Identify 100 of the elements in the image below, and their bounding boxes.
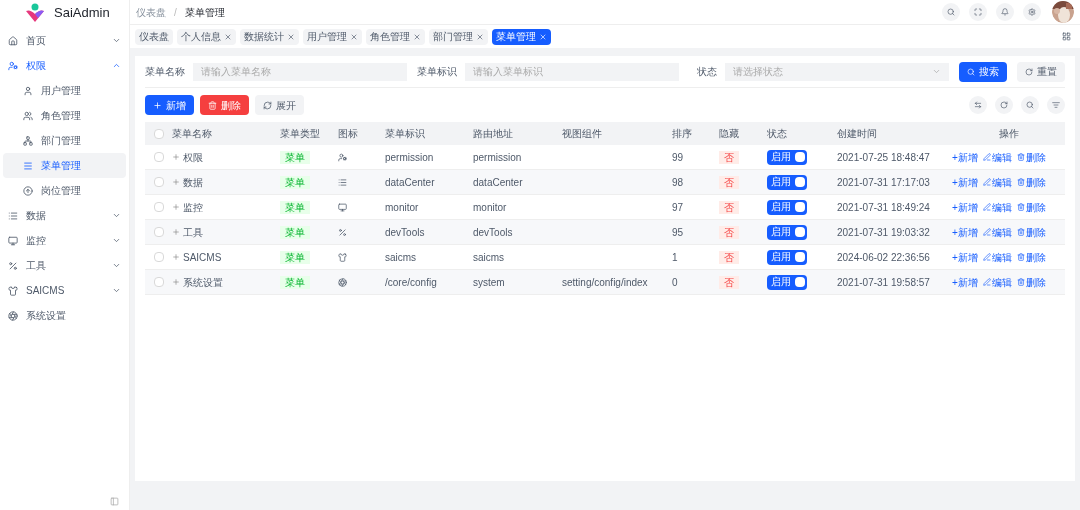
sidebar-subitem[interactable]: 角色管理 xyxy=(3,103,126,128)
close-icon[interactable] xyxy=(413,32,421,41)
status-switch[interactable]: 启用 xyxy=(767,199,807,215)
checkbox[interactable] xyxy=(153,277,164,287)
add-link[interactable]: +新增 xyxy=(952,274,978,290)
breadcrumb-item[interactable]: 仪表盘 xyxy=(136,4,166,20)
trash-icon xyxy=(1016,178,1025,186)
sidebar-subitem[interactable]: 用户管理 xyxy=(3,78,126,103)
page-tab[interactable]: 仪表盘 xyxy=(135,28,173,45)
refresh-button[interactable] xyxy=(995,96,1013,114)
status-switch[interactable]: 启用 xyxy=(767,149,807,165)
delete-button[interactable]: 删除 xyxy=(200,95,249,115)
sidebar-item[interactable]: 权限 xyxy=(0,53,129,78)
edit-link[interactable]: 编辑 xyxy=(982,274,1012,290)
checkbox[interactable] xyxy=(153,202,164,212)
action-button[interactable]: 新增 xyxy=(145,95,194,115)
delete-link[interactable]: 删除 xyxy=(1016,174,1046,190)
close-icon[interactable] xyxy=(476,32,484,41)
sidebar-item[interactable]: 数据 xyxy=(0,203,129,228)
checkbox[interactable] xyxy=(153,177,164,187)
status-switch[interactable]: 启用 xyxy=(767,249,807,265)
delete-link[interactable]: 删除 xyxy=(1016,224,1046,240)
close-icon[interactable] xyxy=(224,32,232,41)
table-cell-text: 权限 xyxy=(183,150,203,165)
search-button[interactable] xyxy=(1021,96,1039,114)
hidden-tag: 否 xyxy=(719,225,739,239)
close-icon[interactable] xyxy=(539,32,547,41)
house-icon xyxy=(8,35,18,46)
edit-link[interactable]: 编辑 xyxy=(982,249,1012,265)
expand-icon[interactable] xyxy=(172,253,180,261)
fullscreen-button[interactable] xyxy=(969,3,987,21)
search-button[interactable] xyxy=(942,3,960,21)
sidebar-subitem[interactable]: 菜单管理 xyxy=(3,153,126,178)
filter-button[interactable] xyxy=(1047,96,1065,114)
hidden-tag: 否 xyxy=(719,275,739,289)
sidebar-item[interactable]: 监控 xyxy=(0,228,129,253)
edit-link[interactable]: 编辑 xyxy=(982,199,1012,215)
table-cell: 2021-07-25 18:48:47 xyxy=(837,151,930,163)
page-tab[interactable]: 菜单管理 xyxy=(492,28,551,45)
search-icon xyxy=(947,8,955,16)
checkbox[interactable] xyxy=(153,128,164,139)
sidebar-item[interactable]: SAICMS xyxy=(0,278,129,303)
delete-link[interactable]: 删除 xyxy=(1016,274,1046,290)
action-button[interactable]: 重置 xyxy=(1017,61,1065,82)
edit-link[interactable]: 编辑 xyxy=(982,149,1012,165)
search-field[interactable]: 请输入菜单标识 xyxy=(465,62,679,81)
grid-icon[interactable] xyxy=(1062,32,1071,41)
expand-icon[interactable] xyxy=(172,228,180,236)
collapse-icon[interactable] xyxy=(110,497,119,506)
table-cell: 2021-07-31 19:58:57 xyxy=(837,276,930,288)
add-link[interactable]: +新增 xyxy=(952,174,978,190)
search-field[interactable]: 请输入菜单名称 xyxy=(193,62,407,81)
close-icon[interactable] xyxy=(287,32,295,41)
chevron-down-icon xyxy=(932,67,941,76)
delete-link[interactable]: 删除 xyxy=(1016,249,1046,265)
table-cell: monitor xyxy=(385,201,419,213)
status-switch[interactable]: 启用 xyxy=(767,224,807,240)
add-link[interactable]: +新增 xyxy=(952,224,978,240)
settings-button[interactable] xyxy=(1023,3,1041,21)
expand-icon[interactable] xyxy=(172,203,180,211)
checkbox[interactable] xyxy=(153,252,164,262)
expand-icon[interactable] xyxy=(172,178,180,186)
breadcrumb-separator: / xyxy=(174,5,177,20)
checkbox[interactable] xyxy=(153,227,164,237)
close-icon[interactable] xyxy=(350,32,358,41)
percent-icon xyxy=(338,227,347,237)
edit-link[interactable]: 编辑 xyxy=(982,174,1012,190)
status-switch[interactable]: 启用 xyxy=(767,274,807,290)
menu-type-tag: 菜单 xyxy=(280,275,310,289)
search-icon xyxy=(967,67,975,76)
checkbox[interactable] xyxy=(153,152,164,162)
page-tab[interactable]: 个人信息 xyxy=(177,28,236,45)
action-button[interactable]: 展开 xyxy=(255,95,304,115)
sidebar-item[interactable]: 首页 xyxy=(0,28,129,53)
hidden-tag: 否 xyxy=(719,250,739,264)
sidebar-item[interactable]: 工具 xyxy=(0,253,129,278)
reset-icon xyxy=(1025,67,1033,76)
sidebar-item[interactable]: 系统设置 xyxy=(0,303,129,328)
sidebar-subitem[interactable]: 岗位管理 xyxy=(3,178,126,203)
add-link[interactable]: +新增 xyxy=(952,149,978,165)
page-tab[interactable]: 部门管理 xyxy=(429,28,488,45)
table-cell: permission xyxy=(473,151,522,163)
search-icon xyxy=(1026,101,1034,109)
expand-icon[interactable] xyxy=(172,278,180,286)
column-header: 菜单名称 xyxy=(172,128,212,139)
edit-link[interactable]: 编辑 xyxy=(982,224,1012,240)
expand-icon[interactable] xyxy=(172,153,180,161)
sidebar-subitem[interactable]: 部门管理 xyxy=(3,128,126,153)
delete-link[interactable]: 删除 xyxy=(1016,199,1046,215)
table-cell-text: 系统设置 xyxy=(183,275,223,290)
action-button[interactable]: 搜索 xyxy=(959,61,1007,82)
add-link[interactable]: +新增 xyxy=(952,249,978,265)
swap-button[interactable] xyxy=(969,96,987,114)
bell-button[interactable] xyxy=(996,3,1014,21)
page-tab[interactable]: 角色管理 xyxy=(366,28,425,45)
delete-link[interactable]: 删除 xyxy=(1016,149,1046,165)
page-tab[interactable]: 用户管理 xyxy=(303,28,362,45)
add-link[interactable]: +新增 xyxy=(952,199,978,215)
status-switch[interactable]: 启用 xyxy=(767,174,807,190)
page-tab[interactable]: 数据统计 xyxy=(240,28,299,45)
